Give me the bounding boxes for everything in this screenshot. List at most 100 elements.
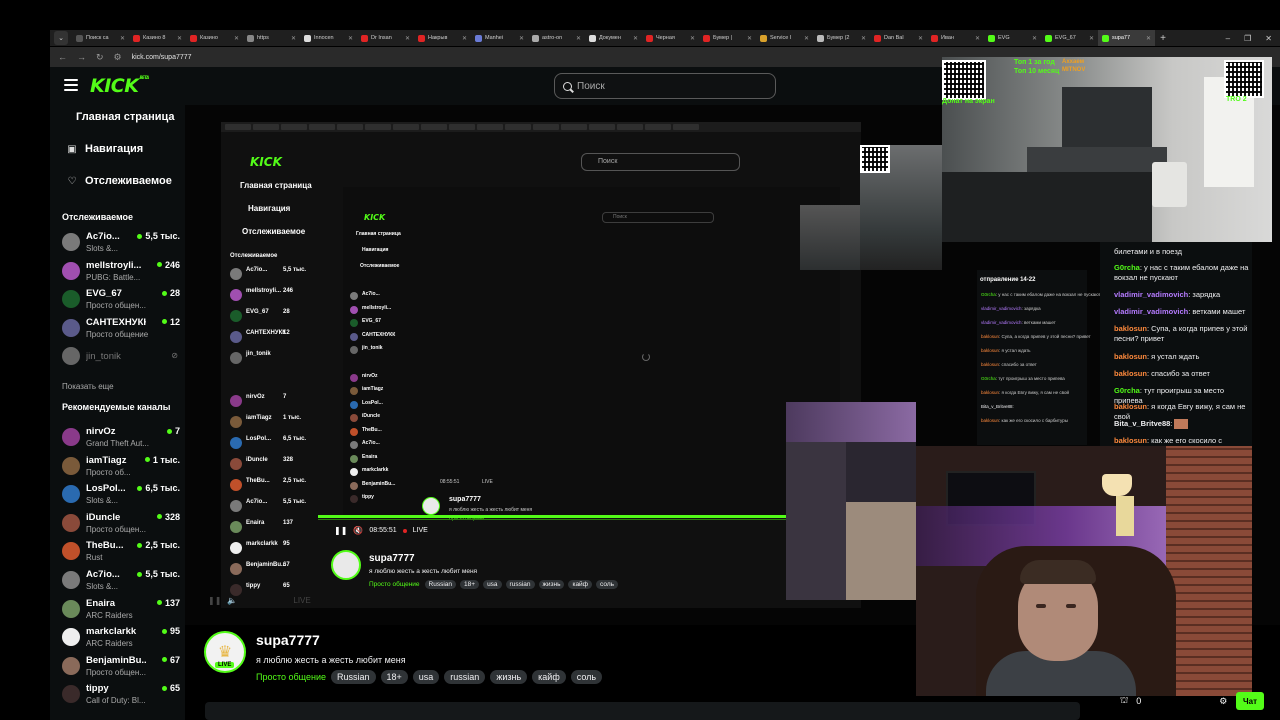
chat-username[interactable]: baklosun	[1114, 436, 1147, 445]
browser-tab[interactable]: Иван ✕	[927, 30, 984, 46]
browser-tab[interactable]: Manhei ✕	[471, 30, 528, 46]
maximize-icon[interactable]: ❐	[1244, 34, 1251, 43]
sidebar-item-browse[interactable]: ▣ Навигация	[50, 137, 185, 161]
browser-tab[interactable]: Накрыв ✕	[414, 30, 471, 46]
tab-close-icon[interactable]: ✕	[918, 35, 923, 42]
forward-icon[interactable]: →	[77, 52, 86, 62]
new-tab-icon[interactable]: +	[1155, 33, 1171, 44]
sidebar-channel[interactable]: iDuncle Просто общен... 328	[62, 511, 180, 537]
tab-close-icon[interactable]: ✕	[462, 35, 467, 42]
minimize-icon[interactable]: –	[1226, 34, 1230, 43]
browser-tab[interactable]: Докумен ✕	[585, 30, 642, 46]
site-info-icon[interactable]: ⚙	[114, 52, 122, 63]
sidebar-channel[interactable]: Ac7io... Slots &... 5,5 тыс.	[62, 230, 180, 256]
playback-progress-bar[interactable]	[318, 515, 840, 518]
browser-tab[interactable]: Innocen ✕	[300, 30, 357, 46]
menu-icon[interactable]	[64, 79, 78, 91]
browser-tab[interactable]: Dan Bal ✕	[870, 30, 927, 46]
stream-tag[interactable]: кайф	[532, 670, 566, 684]
chat-username[interactable]: vladimir_vadimovich	[1114, 290, 1188, 299]
tab-close-icon[interactable]: ✕	[576, 35, 581, 42]
browser-tab[interactable]: Бумер | ✕	[699, 30, 756, 46]
chat-username[interactable]: vladimir_vadimovich	[1114, 307, 1188, 316]
tab-close-icon[interactable]: ✕	[804, 35, 809, 42]
chat-send-button[interactable]: Чат	[1236, 692, 1264, 710]
pause-icon[interactable]: ❚❚	[334, 526, 347, 535]
tab-close-icon[interactable]: ✕	[1032, 35, 1037, 42]
stream-tag[interactable]: usa	[412, 670, 440, 684]
stream-tag[interactable]: жизнь	[490, 670, 528, 684]
sidebar-channel[interactable]: jin_tonik ⊘	[62, 344, 180, 370]
browser-tab[interactable]: EVG_67 ✕	[1041, 30, 1098, 46]
stream-tag[interactable]: 18+	[380, 670, 408, 684]
browser-tab[interactable]: Поиск ca ✕	[72, 30, 129, 46]
close-window-icon[interactable]: ✕	[1265, 34, 1272, 43]
browser-tab[interactable]: Казино ✕	[186, 30, 243, 46]
nested1-category[interactable]: Просто общение	[369, 581, 420, 588]
tab-close-icon[interactable]: ✕	[291, 35, 296, 42]
chat-username[interactable]: baklosun	[1114, 402, 1147, 411]
sidebar-channel[interactable]: Enaira ARC Raiders 137	[62, 597, 180, 623]
tab-close-icon[interactable]: ✕	[747, 35, 752, 42]
sidebar-channel[interactable]: mellstroyli... PUBG: Battle... 246	[62, 259, 180, 285]
channel-name[interactable]: supa7777	[256, 632, 320, 648]
chat-username[interactable]: G0rcha	[1114, 386, 1140, 395]
tab-close-icon[interactable]: ✕	[519, 35, 524, 42]
stream-tag[interactable]: russian	[444, 670, 486, 684]
sidebar-item-following[interactable]: ♡ Отслеживаемое	[50, 169, 185, 193]
nested2-channel-avatar	[350, 481, 358, 490]
tab-close-icon[interactable]: ✕	[405, 35, 410, 42]
sidebar-channel[interactable]: LosPol... Slots &... 6,5 тыс.	[62, 482, 180, 508]
tab-close-icon[interactable]: ✕	[234, 35, 239, 42]
reload-icon[interactable]: ↻	[96, 52, 104, 63]
sidebar-channel[interactable]: tippy Call of Duty: Bl... 65	[62, 682, 180, 708]
category-link[interactable]: Просто общение	[256, 672, 326, 682]
sidebar-channel[interactable]: EVG_67 Просто общен... 28	[62, 287, 180, 313]
browser-tab[interactable]: Бумер (2 ✕	[813, 30, 870, 46]
tab-close-icon[interactable]: ✕	[690, 35, 695, 42]
outer-volume-icon[interactable]: 🔈	[227, 596, 237, 605]
sidebar-channel[interactable]: nirvOz Grand Theft Aut... 7	[62, 425, 180, 451]
search-input[interactable]	[577, 80, 747, 92]
sidebar-channel[interactable]: markclarkk ARC Raiders 95	[62, 625, 180, 651]
chat-username[interactable]: baklosun	[1114, 352, 1147, 361]
search-box[interactable]	[554, 73, 776, 99]
show-more-link[interactable]: Показать еще	[62, 382, 114, 391]
chat-username[interactable]: G0rcha	[1114, 263, 1140, 272]
chat-username[interactable]: baklosun	[1114, 369, 1147, 378]
tab-close-icon[interactable]: ✕	[120, 35, 125, 42]
tab-close-icon[interactable]: ✕	[1146, 35, 1151, 42]
tab-close-icon[interactable]: ✕	[975, 35, 980, 42]
browser-tab[interactable]: Dr Insan ✕	[357, 30, 414, 46]
chat-username[interactable]: Bita_v_Britve88	[1114, 419, 1170, 428]
url-text[interactable]: kick.com/supa7777	[132, 54, 192, 61]
browser-tab[interactable]: astro-on ✕	[528, 30, 585, 46]
gift-icon[interactable]: ⛫	[1120, 695, 1128, 707]
tab-close-icon[interactable]: ✕	[177, 35, 182, 42]
sidebar-item-home[interactable]: Главная страница	[50, 105, 185, 129]
browser-tab[interactable]: supa77 ✕	[1098, 30, 1155, 46]
sidebar-channel[interactable]: TheBu... Rust 2,5 тыс.	[62, 539, 180, 565]
browser-tab[interactable]: https ✕	[243, 30, 300, 46]
tab-close-icon[interactable]: ✕	[1089, 35, 1094, 42]
sidebar-channel[interactable]: iamTiagz Просто об... 1 тыс.	[62, 454, 180, 480]
sidebar-channel[interactable]: Ac7io... Slots &... 5,5 тыс.	[62, 568, 180, 594]
sidebar-channel[interactable]: BenjaminBu... Просто общен... 67	[62, 654, 180, 680]
stream-tag[interactable]: Russian	[330, 670, 376, 684]
settings-icon[interactable]: ⚙	[1219, 696, 1227, 707]
tab-search-menu-icon[interactable]: ⌄	[54, 31, 68, 45]
browser-tab[interactable]: EVG ✕	[984, 30, 1041, 46]
kick-logo[interactable]: KICKBETA	[90, 75, 149, 97]
outer-pause-icon[interactable]: ❚❚	[208, 596, 221, 605]
back-icon[interactable]: ←	[58, 52, 67, 62]
tab-close-icon[interactable]: ✕	[861, 35, 866, 42]
tab-close-icon[interactable]: ✕	[348, 35, 353, 42]
stream-tag[interactable]: соль	[570, 670, 603, 684]
browser-tab[interactable]: Черная ✕	[642, 30, 699, 46]
volume-icon[interactable]: 🔇	[353, 526, 363, 535]
browser-tab[interactable]: Service I ✕	[756, 30, 813, 46]
tab-close-icon[interactable]: ✕	[633, 35, 638, 42]
sidebar-channel[interactable]: САНТЕХНУКК Просто общение 12	[62, 316, 180, 342]
browser-tab[interactable]: Казино 8 ✕	[129, 30, 186, 46]
chat-username[interactable]: baklosun	[1114, 324, 1147, 333]
